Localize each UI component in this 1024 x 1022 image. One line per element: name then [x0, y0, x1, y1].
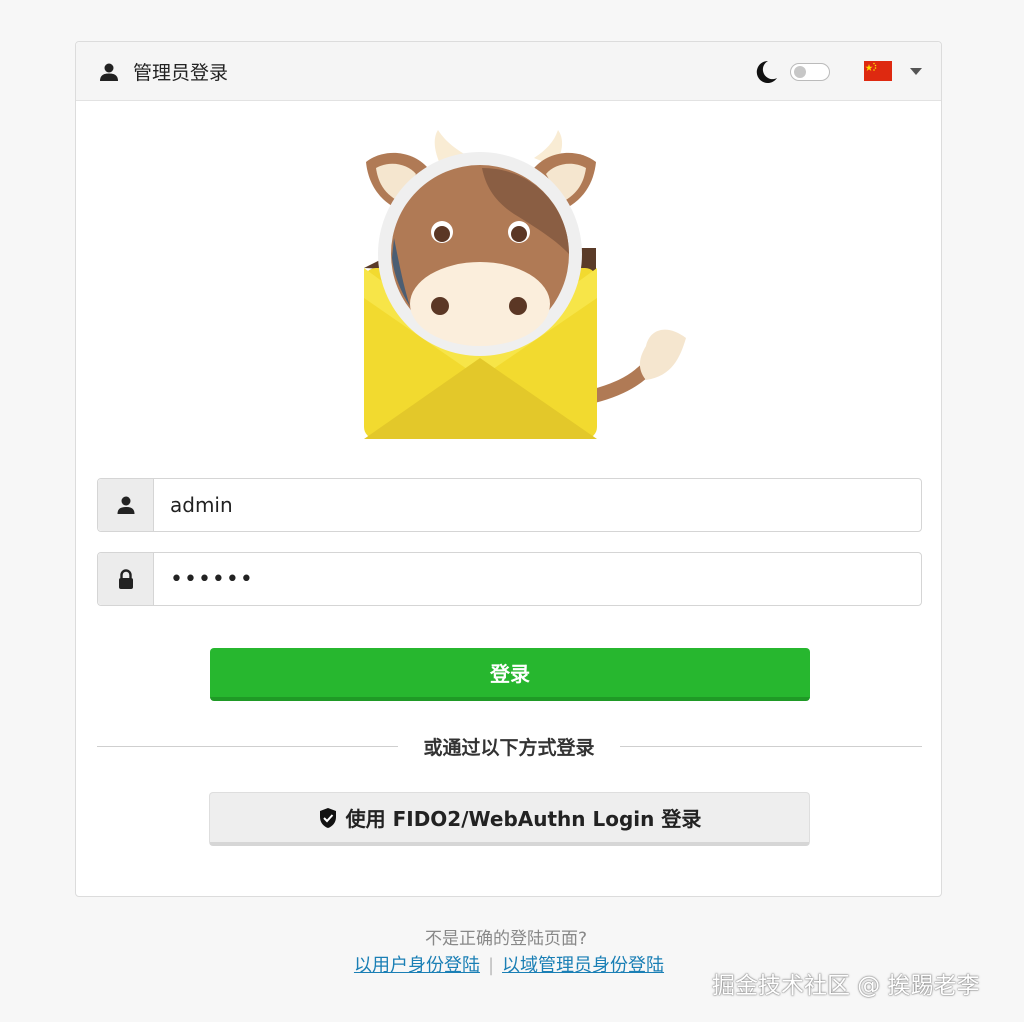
footer-question: 不是正确的登陆页面?	[424, 929, 588, 949]
link-separator: |	[487, 955, 495, 976]
watermark: 掘金技术社区 @ 挨踢老李	[712, 973, 980, 999]
moon-icon[interactable]	[753, 59, 779, 85]
username-group	[97, 478, 922, 532]
caret-down-icon[interactable]	[910, 68, 922, 75]
password-addon	[98, 553, 154, 605]
china-flag-icon[interactable]	[864, 61, 892, 81]
fido2-login-button[interactable]: 使用 FIDO2/WebAuthn Login 登录	[209, 792, 810, 846]
user-icon	[100, 63, 118, 81]
password-group	[97, 552, 922, 606]
shield-icon	[319, 807, 336, 828]
user-login-link[interactable]: 以用户身份登陆	[354, 955, 480, 976]
password-input[interactable]	[154, 553, 921, 605]
mailcow-logo	[364, 130, 686, 439]
user-icon	[117, 496, 134, 514]
fido2-login-label: 使用 FIDO2/WebAuthn Login 登录	[345, 807, 702, 831]
divider-text: 或通过以下方式登录	[398, 733, 620, 760]
lock-icon	[118, 569, 133, 589]
page-title: 管理员登录	[133, 62, 229, 84]
toggle-knob	[794, 66, 806, 78]
username-input[interactable]	[154, 479, 921, 531]
card-header: 管理员登录	[76, 42, 941, 101]
dark-mode-toggle[interactable]	[790, 63, 830, 81]
login-card: 管理员登录 admin •••••• 登录 或通过以下方式登录 使用 FIDO2…	[75, 41, 942, 897]
login-button[interactable]: 登录	[210, 648, 810, 701]
domain-admin-login-link[interactable]: 以域管理员身份登陆	[502, 955, 664, 976]
username-addon	[98, 479, 154, 531]
